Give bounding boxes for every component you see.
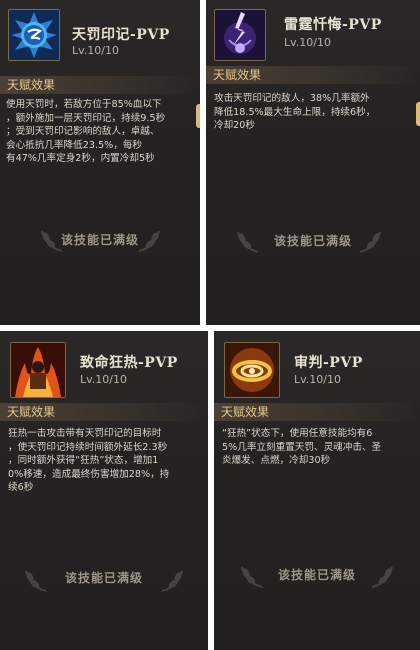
section-header: 天赋效果 xyxy=(0,403,208,421)
talent-card-heavenly-mark: 天罚印记-PVP Lv.10/10 天赋效果 使用天罚时，若敌方位于85%血以下… xyxy=(0,0,200,325)
section-header: 天赋效果 xyxy=(214,403,420,421)
laurel-right-icon xyxy=(161,570,183,592)
laurel-right-icon xyxy=(371,566,393,588)
talent-title: 天罚印记-PVP xyxy=(72,27,170,43)
fiery-warrior-icon xyxy=(10,342,66,398)
purple-lightning-icon xyxy=(214,9,266,61)
max-level-status: 该技能已满级 xyxy=(273,234,352,248)
talent-title: 审判-PVP xyxy=(294,355,363,371)
talent-description: 攻击天罚印记的敌人，38%几率额外 降低18.5%最大生命上限，持续6秒， 冷却… xyxy=(214,93,376,131)
talent-level: Lv.10/10 xyxy=(72,44,119,57)
talent-card-deadly-fanaticism: 致命狂热-PVP Lv.10/10 天赋效果 狂热一击攻击带有天罚印记的目标时 … xyxy=(0,331,208,650)
talent-title: 致命狂热-PVP xyxy=(80,355,178,371)
talent-description: “狂热”状态下，使用任意技能均有6 5%几率立刻重置天罚、灵魂冲击、圣 炎爆发、… xyxy=(222,428,382,466)
talent-title: 雷霆忏悔-PVP xyxy=(284,17,382,33)
laurel-right-icon xyxy=(138,230,160,252)
max-level-status: 该技能已满级 xyxy=(60,233,139,247)
scroll-tab[interactable] xyxy=(196,104,200,128)
talent-description: 使用天罚时，若敌方位于85%血以下 ，额外施加一层天罚印记，持续9.5秒 ；受到… xyxy=(6,99,166,164)
talent-level: Lv.10/10 xyxy=(80,373,127,386)
lightning-orb-icon xyxy=(8,9,60,61)
talent-card-thunder-repentance: 雷霆忏悔-PVP Lv.10/10 天赋效果 攻击天罚印记的敌人，38%几率额外… xyxy=(206,0,420,325)
laurel-right-icon xyxy=(359,231,381,253)
golden-swirl-icon xyxy=(224,342,280,398)
talent-level: Lv.10/10 xyxy=(294,373,341,386)
scroll-tab[interactable] xyxy=(416,102,420,126)
talent-card-judgment: 审判-PVP Lv.10/10 天赋效果 “狂热”状态下，使用任意技能均有6 5… xyxy=(214,331,420,650)
section-header: 天赋效果 xyxy=(206,66,420,84)
talent-level: Lv.10/10 xyxy=(284,36,331,49)
section-header: 天赋效果 xyxy=(0,76,200,94)
talent-description: 狂热一击攻击带有天罚印记的目标时 ，使天罚印记持续时间额外延长2.3秒 ，同时额… xyxy=(8,428,170,493)
